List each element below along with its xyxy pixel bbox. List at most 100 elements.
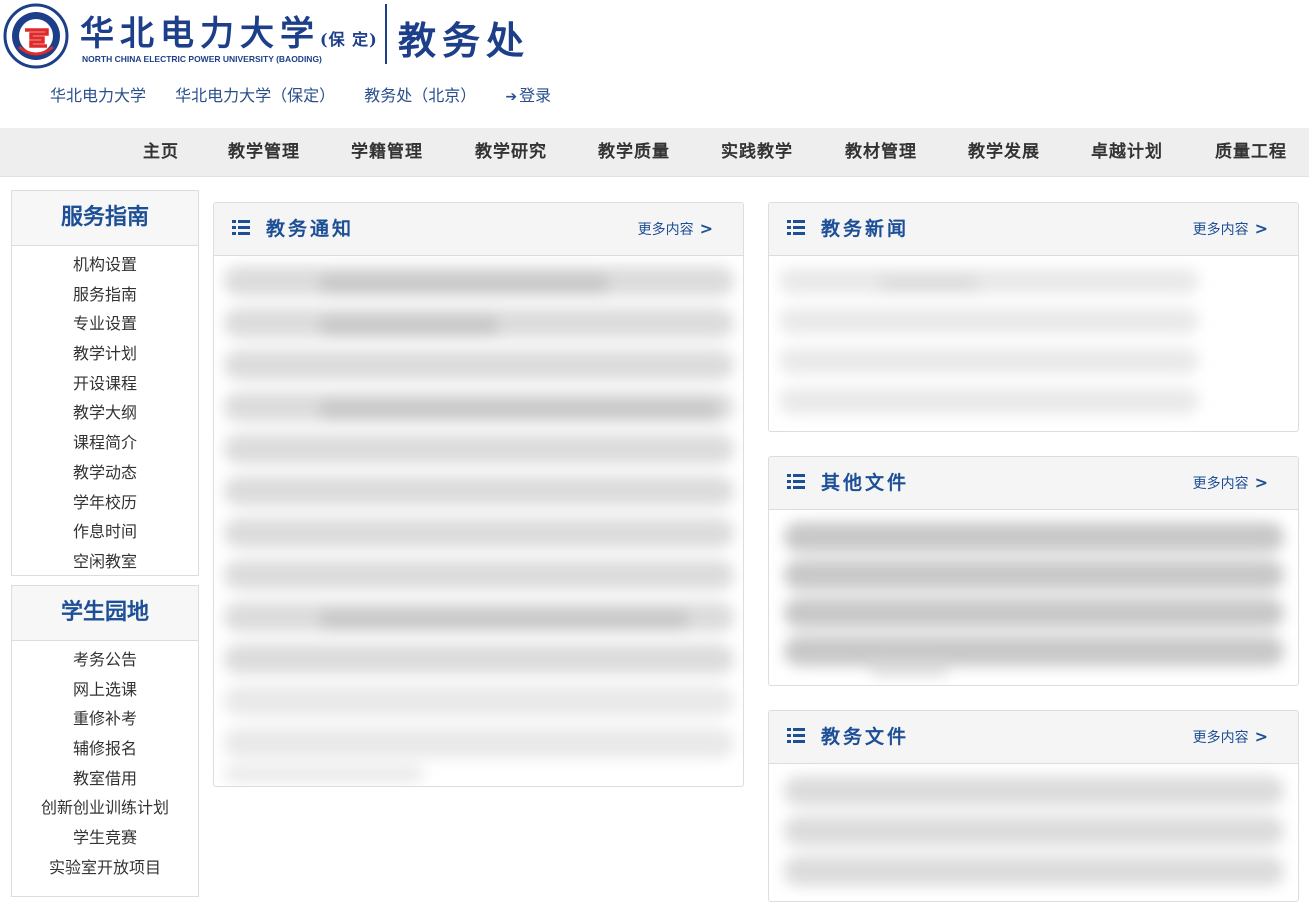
list-item[interactable]: 教学计划	[12, 339, 198, 369]
sidebar-item-majors[interactable]: 专业设置	[73, 314, 137, 333]
sidebar-item-courses[interactable]: 开设课程	[73, 374, 137, 393]
nav-practice-teaching[interactable]: 实践教学	[721, 128, 793, 176]
nav-teaching-development[interactable]: 教学发展	[968, 128, 1040, 176]
nav-home[interactable]: 主页	[143, 128, 179, 176]
sidebar-item-free-classrooms[interactable]: 空闲教室	[73, 552, 137, 571]
panel-title: 教务通知	[266, 218, 355, 240]
sidebar-item-innovation[interactable]: 创新创业训练计划	[41, 798, 169, 817]
list-item[interactable]: 教学大纲	[12, 398, 198, 428]
list-icon	[787, 220, 805, 236]
university-seal-icon[interactable]	[3, 3, 69, 69]
nav-teaching-research[interactable]: 教学研究	[475, 128, 547, 176]
nav-quality-project[interactable]: 质量工程	[1215, 128, 1287, 176]
list-item[interactable]: 学年校历	[12, 488, 198, 518]
sidebar-item-syllabus[interactable]: 教学大纲	[73, 403, 137, 422]
sidebar-item-service-guide[interactable]: 服务指南	[73, 285, 137, 304]
panel-title: 教务新闻	[821, 218, 910, 240]
sidebar-item-competition[interactable]: 学生竞赛	[73, 828, 137, 847]
more-link[interactable]: 更多内容 >	[638, 203, 713, 256]
university-name-cn: 华北电力大学(保 定)	[80, 14, 378, 54]
nav-student-status[interactable]: 学籍管理	[351, 128, 423, 176]
nav-excellence-plan[interactable]: 卓越计划	[1091, 128, 1163, 176]
more-link[interactable]: 更多内容 >	[1193, 457, 1268, 510]
panel-title: 教务文件	[821, 726, 910, 748]
list-item[interactable]: 课程简介	[12, 428, 198, 458]
list-item[interactable]: 创新创业训练计划	[12, 793, 198, 823]
panel-header: 教务文件 更多内容 >	[769, 711, 1298, 764]
service-guide-box: 服务指南 机构设置 服务指南 专业设置 教学计划 开设课程 教学大纲 课程简介 …	[11, 190, 199, 576]
link-ncepu-baoding[interactable]: 华北电力大学（保定）	[175, 86, 335, 105]
more-label: 更多内容	[637, 222, 694, 238]
login-icon: ➔	[505, 89, 518, 105]
sidebar-item-exam-notice[interactable]: 考务公告	[73, 650, 137, 669]
list-item[interactable]: 网上选课	[12, 675, 198, 705]
sidebar-item-teaching-news[interactable]: 教学动态	[73, 463, 137, 482]
student-corner-box: 学生园地 考务公告 网上选课 重修补考 辅修报名 教室借用 创新创业训练计划 学…	[11, 585, 199, 897]
nav-teaching-management[interactable]: 教学管理	[228, 128, 300, 176]
login-link[interactable]: ➔ 登录	[505, 86, 551, 105]
sidebar-item-course-intro[interactable]: 课程简介	[73, 433, 137, 452]
student-corner-title: 学生园地	[12, 586, 198, 641]
list-item[interactable]: 教学动态	[12, 458, 198, 488]
notices-list-blurred	[214, 256, 743, 786]
list-item[interactable]: 作息时间	[12, 517, 198, 547]
student-corner-list: 考务公告 网上选课 重修补考 辅修报名 教室借用 创新创业训练计划 学生竞赛 实…	[12, 641, 198, 883]
office-name: 教务处	[398, 18, 531, 63]
login-label: 登录	[519, 86, 552, 105]
site-header: 华北电力大学(保 定) NORTH CHINA ELECTRIC POWER U…	[0, 0, 1309, 128]
more-label: 更多内容	[1192, 476, 1249, 492]
chevron-right-icon: >	[699, 219, 713, 238]
sidebar-item-teaching-plan[interactable]: 教学计划	[73, 344, 137, 363]
list-item[interactable]: 机构设置	[12, 250, 198, 280]
list-item[interactable]: 专业设置	[12, 309, 198, 339]
other-files-panel: 其他文件 更多内容 >	[768, 456, 1299, 686]
news-list-blurred	[769, 256, 1298, 431]
more-link[interactable]: 更多内容 >	[1193, 711, 1268, 764]
service-guide-title: 服务指南	[12, 191, 198, 246]
other-files-list-blurred	[769, 510, 1298, 685]
more-link[interactable]: 更多内容 >	[1193, 203, 1268, 256]
sidebar-item-lab-open[interactable]: 实验室开放项目	[49, 858, 161, 877]
chevron-right-icon: >	[1254, 473, 1268, 492]
main-nav: 主页 教学管理 学籍管理 教学研究 教学质量 实践教学 教材管理 教学发展 卓越…	[0, 128, 1309, 177]
list-item[interactable]: 辅修报名	[12, 734, 198, 764]
sidebar-item-schedule[interactable]: 作息时间	[73, 522, 137, 541]
list-item[interactable]: 实验室开放项目	[12, 853, 198, 883]
list-icon	[787, 474, 805, 490]
chevron-right-icon: >	[1254, 219, 1268, 238]
sidebar-item-minor[interactable]: 辅修报名	[73, 739, 137, 758]
panel-header: 教务新闻 更多内容 >	[769, 203, 1298, 256]
panel-header: 教务通知 更多内容 >	[214, 203, 743, 256]
chevron-right-icon: >	[1254, 727, 1268, 746]
sidebar-item-classroom-borrow[interactable]: 教室借用	[73, 769, 137, 788]
brand-divider	[385, 4, 387, 64]
link-ncepu[interactable]: 华北电力大学	[50, 86, 146, 105]
list-item[interactable]: 重修补考	[12, 704, 198, 734]
sidebar-item-online-selection[interactable]: 网上选课	[73, 680, 137, 699]
academic-files-list-blurred	[769, 764, 1298, 901]
notices-panel: 教务通知 更多内容 >	[213, 202, 744, 787]
sidebar-item-calendar[interactable]: 学年校历	[73, 493, 137, 512]
news-panel: 教务新闻 更多内容 >	[768, 202, 1299, 432]
university-name-en: NORTH CHINA ELECTRIC POWER UNIVERSITY (B…	[82, 54, 322, 64]
sidebar-item-org[interactable]: 机构设置	[73, 255, 137, 274]
nav-textbook-management[interactable]: 教材管理	[845, 128, 917, 176]
list-icon	[787, 728, 805, 744]
list-item[interactable]: 服务指南	[12, 280, 198, 310]
sidebar-item-retake[interactable]: 重修补考	[73, 709, 137, 728]
list-item[interactable]: 开设课程	[12, 369, 198, 399]
more-label: 更多内容	[1192, 222, 1249, 238]
panel-header: 其他文件 更多内容 >	[769, 457, 1298, 510]
list-item[interactable]: 空闲教室	[12, 547, 198, 577]
link-jwc-beijing[interactable]: 教务处（北京）	[364, 86, 476, 105]
list-item[interactable]: 教室借用	[12, 764, 198, 794]
list-item[interactable]: 学生竞赛	[12, 823, 198, 853]
service-guide-list: 机构设置 服务指南 专业设置 教学计划 开设课程 教学大纲 课程简介 教学动态 …	[12, 246, 198, 577]
nav-teaching-quality[interactable]: 教学质量	[598, 128, 670, 176]
campus-label: (保 定)	[320, 30, 378, 49]
more-label: 更多内容	[1192, 730, 1249, 746]
panel-title: 其他文件	[821, 472, 910, 494]
top-links: 华北电力大学 华北电力大学（保定） 教务处（北京） ➔ 登录	[50, 82, 575, 106]
academic-files-panel: 教务文件 更多内容 >	[768, 710, 1299, 902]
list-item[interactable]: 考务公告	[12, 645, 198, 675]
